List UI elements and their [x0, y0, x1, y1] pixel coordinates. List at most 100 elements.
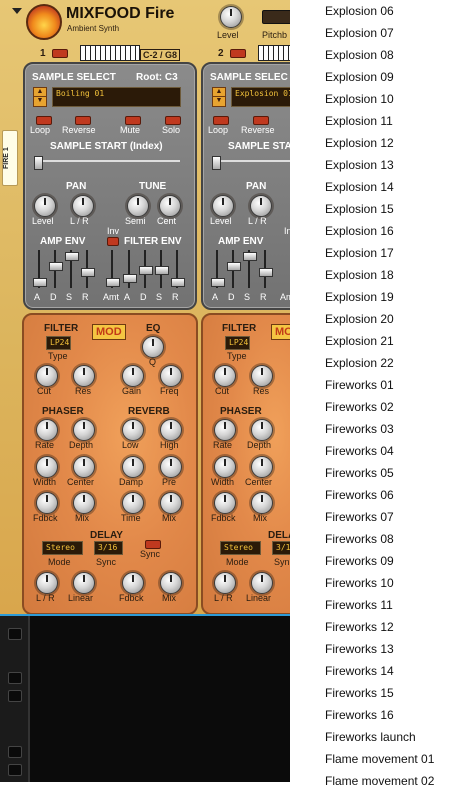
channel-1-res-knob[interactable] — [73, 365, 95, 387]
sample-list-item[interactable]: Fireworks launch — [325, 730, 416, 744]
channel-1-amp-s-fader[interactable] — [65, 252, 79, 261]
channel-1-cut-knob[interactable] — [36, 365, 58, 387]
channel-2-sample-start-slider[interactable] — [214, 160, 290, 162]
sample-list-item[interactable]: Explosion 08 — [325, 48, 394, 62]
channel-1-semi-knob[interactable] — [127, 195, 149, 217]
channel-2-reverse-toggle[interactable] — [253, 116, 269, 125]
channel-2-res-knob[interactable] — [251, 365, 273, 387]
channel-1-phaser-center-knob[interactable] — [73, 456, 95, 478]
sample-list-item[interactable]: Explosion 17 — [325, 246, 394, 260]
channel-1-phaser-rate-knob[interactable] — [36, 419, 58, 441]
fire-side-tab[interactable]: FIRE 1 — [2, 130, 18, 186]
sample-list-item[interactable]: Fireworks 05 — [325, 466, 394, 480]
sample-list-item[interactable]: Flame movement 02 — [325, 774, 434, 788]
channel-2-delay-mode-display[interactable]: Stereo — [220, 541, 261, 555]
channel-1-amp-r-fader[interactable] — [81, 268, 95, 277]
sample-list-item[interactable]: Fireworks 14 — [325, 664, 394, 678]
channel-1-delay-linear-knob[interactable] — [73, 572, 95, 594]
pitchbend-control[interactable] — [262, 10, 290, 24]
channel-1-mute-toggle[interactable] — [125, 116, 141, 125]
channel-1-filter-amt-fader[interactable] — [106, 278, 120, 287]
channel-1-cent-knob[interactable] — [159, 195, 181, 217]
channel-1-mod-button[interactable]: MOD — [92, 324, 126, 340]
channel-1-filter-s-fader[interactable] — [155, 266, 169, 275]
channel-1-reverb-time-knob[interactable] — [122, 492, 144, 514]
sample-list-item[interactable]: Fireworks 06 — [325, 488, 394, 502]
channel-2-phaser-depth-knob[interactable] — [251, 419, 273, 441]
channel-1-delay-mix-knob[interactable] — [160, 572, 182, 594]
sample-list-item[interactable]: Fireworks 12 — [325, 620, 394, 634]
sample-list-item[interactable]: Explosion 19 — [325, 290, 394, 304]
channel-1-delay-fdbck-knob[interactable] — [122, 572, 144, 594]
channel-1-amp-a-fader[interactable] — [33, 278, 47, 287]
channel-2-level-knob[interactable] — [212, 195, 234, 217]
channel-1-loop-toggle[interactable] — [36, 116, 52, 125]
sample-list-item[interactable]: Explosion 22 — [325, 356, 394, 370]
channel-2-keyboard[interactable] — [258, 45, 290, 61]
master-level-knob[interactable] — [220, 6, 242, 28]
channel-2-amp-d-fader[interactable] — [227, 262, 241, 271]
channel-2-phaser-rate-knob[interactable] — [214, 419, 236, 441]
channel-1-sync-toggle[interactable] — [145, 540, 161, 549]
sample-list-item[interactable]: Explosion 06 — [325, 4, 394, 18]
sample-list-item[interactable]: Fireworks 11 — [325, 598, 393, 612]
channel-2-sample-start-handle[interactable] — [212, 156, 221, 170]
sample-list-item[interactable]: Explosion 14 — [325, 180, 394, 194]
channel-2-delay-lr-knob[interactable] — [214, 572, 236, 594]
channel-1-sample-start-handle[interactable] — [34, 156, 43, 170]
channel-2-sample-down-button[interactable]: ▼ — [212, 96, 226, 107]
channel-1-delay-sync-display[interactable]: 3/16 — [94, 541, 123, 555]
channel-2-mod-button[interactable]: MO — [271, 324, 290, 340]
channel-1-sample-down-button[interactable]: ▼ — [33, 96, 47, 107]
sample-list-item[interactable]: Explosion 10 — [325, 92, 394, 106]
channel-1-inv-toggle[interactable] — [107, 237, 119, 246]
channel-1-phaser-depth-knob[interactable] — [73, 419, 95, 441]
channel-2-delay-linear-knob[interactable] — [251, 572, 273, 594]
sample-list-item[interactable]: Fireworks 01 — [325, 378, 394, 392]
channel-1-gain-knob[interactable] — [122, 365, 144, 387]
channel-1-sample-display[interactable]: Boiling 01 — [52, 87, 181, 107]
channel-2-pan-knob[interactable] — [250, 195, 272, 217]
collapse-arrow-icon[interactable] — [12, 8, 22, 14]
channel-1-amp-d-fader[interactable] — [49, 262, 63, 271]
sample-list-item[interactable]: Fireworks 03 — [325, 422, 394, 436]
sample-list-item[interactable]: Explosion 16 — [325, 224, 394, 238]
sample-list-item[interactable]: Flame movement 01 — [325, 752, 434, 766]
sample-list-item[interactable]: Explosion 15 — [325, 202, 394, 216]
channel-1-power-led[interactable] — [52, 49, 68, 58]
channel-1-filter-a-fader[interactable] — [123, 274, 137, 283]
channel-2-phaser-fdbck-knob[interactable] — [214, 492, 236, 514]
sample-list-item[interactable]: Explosion 11 — [325, 114, 393, 128]
channel-2-phaser-center-knob[interactable] — [251, 456, 273, 478]
sample-list-item[interactable]: Explosion 18 — [325, 268, 394, 282]
channel-1-sample-start-slider[interactable] — [36, 160, 180, 162]
sample-list-item[interactable]: Explosion 12 — [325, 136, 394, 150]
channel-1-reverb-low-knob[interactable] — [122, 419, 144, 441]
channel-1-solo-toggle[interactable] — [165, 116, 181, 125]
channel-1-freq-knob[interactable] — [160, 365, 182, 387]
sample-list-item[interactable]: Fireworks 09 — [325, 554, 394, 568]
channel-1-reverb-damp-knob[interactable] — [122, 456, 144, 478]
channel-2-cut-knob[interactable] — [214, 365, 236, 387]
channel-2-delay-sync-display[interactable]: 3/1 — [272, 541, 290, 555]
channel-1-delay-mode-display[interactable]: Stereo — [42, 541, 83, 555]
channel-2-filter-type-display[interactable]: LP24 — [225, 336, 250, 350]
sample-list-item[interactable]: Fireworks 04 — [325, 444, 394, 458]
sample-list-item[interactable]: Fireworks 07 — [325, 510, 394, 524]
sample-list-item[interactable]: Fireworks 08 — [325, 532, 394, 546]
sample-list-item[interactable]: Fireworks 15 — [325, 686, 394, 700]
channel-2-phaser-mix-knob[interactable] — [251, 492, 273, 514]
channel-1-reverb-high-knob[interactable] — [160, 419, 182, 441]
sample-list-item[interactable]: Fireworks 02 — [325, 400, 394, 414]
sample-list-item[interactable]: Explosion 20 — [325, 312, 394, 326]
channel-1-level-knob[interactable] — [34, 195, 56, 217]
channel-1-reverse-toggle[interactable] — [75, 116, 91, 125]
channel-2-sample-display[interactable]: Explosion 01 — [231, 87, 290, 107]
channel-1-eq-q-knob[interactable] — [142, 336, 164, 358]
sample-list-item[interactable]: Explosion 21 — [325, 334, 394, 348]
sample-list[interactable]: Explosion 06 Explosion 07 Explosion 08 Expl… — [290, 0, 475, 788]
sample-list-item[interactable]: Fireworks 13 — [325, 642, 394, 656]
sample-list-item[interactable]: Explosion 07 — [325, 26, 394, 40]
sample-list-item[interactable]: Explosion 13 — [325, 158, 394, 172]
channel-2-power-led[interactable] — [230, 49, 246, 58]
